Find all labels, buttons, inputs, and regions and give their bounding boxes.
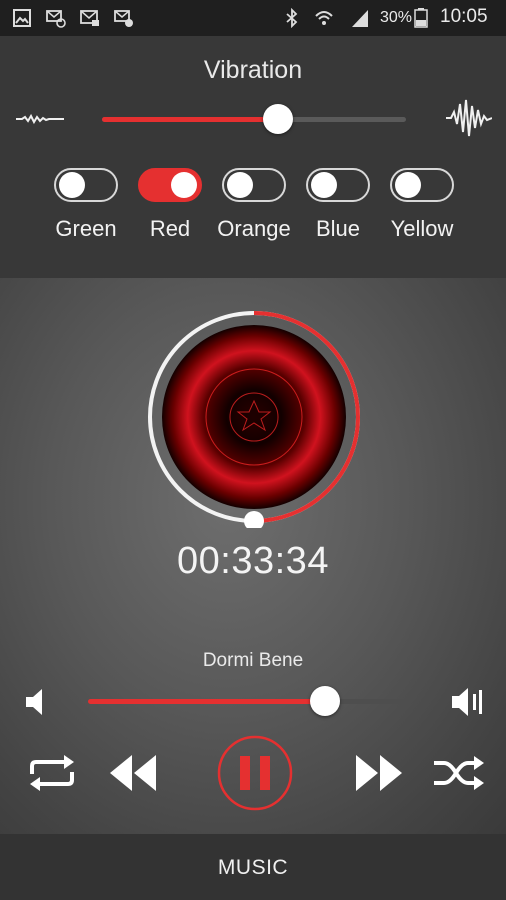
pause-button[interactable] [216, 734, 294, 812]
volume-low-icon[interactable] [24, 686, 50, 718]
vibration-title: Vibration [203, 56, 303, 84]
status-bar [0, 0, 506, 36]
toggle-label-blue: Blue [315, 216, 361, 241]
toggle-knob [395, 172, 421, 198]
toggle-knob [59, 172, 85, 198]
pause-icon [240, 756, 250, 790]
progress-ring[interactable] [143, 306, 365, 528]
small-wave-icon [16, 113, 64, 125]
progress-thumb[interactable] [244, 511, 264, 528]
wifi-icon [315, 11, 333, 25]
vibration-slider-fill [102, 117, 279, 122]
toggle-knob [171, 172, 197, 198]
volume-high-icon[interactable] [450, 684, 486, 720]
toggle-label-red: Red [149, 216, 191, 241]
toggle-knob [227, 172, 253, 198]
mail-icon [80, 10, 99, 26]
volume-slider-fill [88, 699, 325, 704]
mail-alert-icon [114, 10, 133, 27]
toggle-label-orange: Orange [217, 216, 291, 241]
toggle-knob [311, 172, 337, 198]
shuffle-icon[interactable] [430, 748, 486, 798]
toggle-yellow[interactable] [390, 168, 454, 202]
signal-icon [352, 10, 368, 27]
fast-forward-icon[interactable] [350, 748, 406, 798]
toggle-blue[interactable] [306, 168, 370, 202]
mail-sync-icon [46, 10, 66, 28]
toggle-red[interactable] [138, 168, 202, 202]
toggle-label-green: Green [55, 216, 117, 241]
track-title: Dormi Bene [202, 650, 304, 671]
large-wave-icon [446, 99, 492, 137]
toggle-orange[interactable] [222, 168, 286, 202]
elapsed-time: 00:33:34 [177, 540, 329, 582]
repeat-icon[interactable] [24, 748, 80, 798]
toggle-green[interactable] [54, 168, 118, 202]
bluetooth-icon [286, 8, 298, 28]
battery-icon [414, 8, 428, 28]
toggle-label-yellow: Yellow [390, 216, 454, 241]
clock: 10:05 [440, 6, 488, 27]
rewind-icon[interactable] [106, 748, 162, 798]
battery-percent: 30% [380, 9, 413, 26]
volume-slider-thumb[interactable] [309, 686, 340, 716]
image-icon [13, 9, 31, 27]
music-tab[interactable]: MUSIC [0, 856, 506, 880]
